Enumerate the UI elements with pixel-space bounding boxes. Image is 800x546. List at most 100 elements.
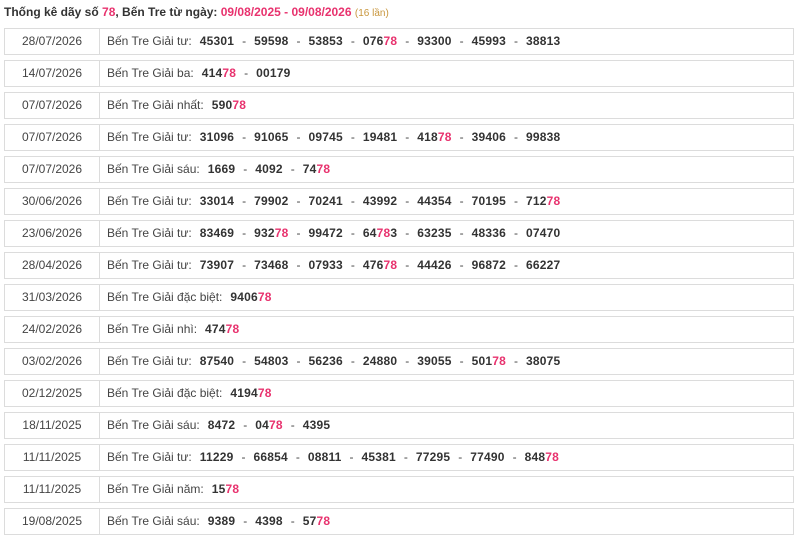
matched-digits: 78 [546,194,561,208]
prize-number: 4398 [255,509,283,534]
prize-number: 99838 [526,125,560,150]
number-digits: 31096 [199,130,235,144]
prize-label: Bến Tre Giải tư: [107,258,192,272]
result-date: 19/08/2025 [5,509,100,534]
prize-number: 940678 [230,285,271,310]
separator: - [405,226,410,240]
date-range: 09/08/2025 - 09/08/2026 [220,5,352,19]
number-digits: 09745 [308,130,343,144]
result-date: 31/03/2026 [5,285,100,310]
prize-number: 79902 [254,189,288,214]
number-digits: 07933 [308,258,343,272]
separator: - [512,450,517,464]
number-digits: 99838 [525,130,561,144]
separator: - [350,34,355,48]
result-row: 11/11/2025 Bến Tre Giải năm: 1578 [4,476,794,503]
number-digits: 73468 [254,258,289,272]
prize-number: 84878 [525,445,559,470]
separator: - [349,450,354,464]
prize-number: 07678 [363,29,397,54]
prize-number: 33014 [200,189,234,214]
result-date: 28/07/2026 [5,29,100,54]
result-row: 24/02/2026 Bến Tre Giải nhì: 47478 [4,316,794,343]
separator: - [242,34,247,48]
number-digits: 87540 [199,354,235,368]
result-date: 28/04/2026 [5,253,100,278]
prize-label: Bến Tre Giải nhất: [107,98,204,112]
separator: - [350,354,355,368]
matched-digits: 78 [383,258,398,272]
separator: - [243,418,248,432]
prize-label: Bến Tre Giải đặc biệt: [107,386,223,400]
separator: - [296,226,301,240]
prize-number: 09745 [308,125,342,150]
separator: - [405,34,410,48]
prize-number: 53853 [308,29,342,54]
result-row: 14/07/2026 Bến Tre Giải ba: 41478-00179 [4,60,794,87]
number-digits: 66854 [253,450,288,464]
matched-digits: 78 [225,322,240,336]
matched-digits: 78 [274,226,289,240]
separator: - [243,162,248,176]
result-row: 07/07/2026 Bến Tre Giải sáu: 1669-4092-747… [4,156,794,183]
number-digits: 4194 [230,386,258,400]
prize-number: 59598 [254,29,288,54]
prize-label: Bến Tre Giải tư: [107,34,192,48]
result-info: Bến Tre Giải tư: 83469-93278-99472-64783-… [100,221,560,246]
number-digits: 08811 [307,450,342,464]
number-digits: 99472 [308,226,343,240]
number-digits: 77490 [470,450,505,464]
result-row: 18/11/2025 Bến Tre Giải sáu: 8472-0478-439… [4,412,794,439]
result-date: 18/11/2025 [5,413,100,438]
prize-number: 64783 [363,221,397,246]
header-prefix: Thống kê dãy số [4,5,103,19]
prize-label: Bến Tre Giải đặc biệt: [107,290,223,304]
matched-digits: 78 [232,98,247,112]
result-date: 24/02/2026 [5,317,100,342]
separator: - [242,194,247,208]
prize-number: 70195 [472,189,506,214]
number-digits: 15 [211,482,226,496]
separator: - [296,354,301,368]
number-digits: 9406 [230,290,258,304]
result-row: 07/07/2026 Bến Tre Giải tư: 31096-91065-09… [4,124,794,151]
number-digits: 64 [362,226,377,240]
result-info: Bến Tre Giải tư: 31096-91065-09745-19481-… [100,125,560,150]
separator: - [296,258,301,272]
prize-number: 77490 [470,445,504,470]
prize-number: 73907 [200,253,234,278]
result-row: 30/06/2026 Bến Tre Giải tư: 33014-79902-70… [4,188,794,215]
prize-number: 70241 [308,189,342,214]
prize-number: 1578 [212,477,240,502]
number-digits: 932 [254,226,275,240]
number-digits: 19481 [362,130,398,144]
prize-number: 63235 [417,221,451,246]
prize-number: 19481 [363,125,397,150]
prize-number: 31096 [200,125,234,150]
prize-number: 4092 [255,157,283,182]
separator: - [405,354,410,368]
number-digits: 11229 [199,450,234,464]
number-digits: 91065 [254,130,289,144]
separator: - [290,162,295,176]
prize-label: Bến Tre Giải tư: [107,450,192,464]
separator: - [350,226,355,240]
result-date: 11/11/2025 [5,445,100,470]
prize-number: 73468 [254,253,288,278]
separator: - [513,226,518,240]
result-row: 03/02/2026 Bến Tre Giải tư: 87540-54803-56… [4,348,794,375]
number-digits: 53853 [308,34,343,48]
number-digits: 1669 [207,162,236,176]
separator: - [242,130,247,144]
separator: - [513,258,518,272]
result-date: 14/07/2026 [5,61,100,86]
number-digits: 74 [302,162,317,176]
matched-digits: 78 [383,34,398,48]
number-digits: 70241 [308,194,343,208]
matched-digits: 78 [316,162,331,176]
matched-digits: 78 [376,226,391,240]
result-date: 11/11/2025 [5,477,100,502]
matched-digits: 78 [545,450,560,464]
prize-number: 96872 [472,253,506,278]
separator: - [459,258,464,272]
